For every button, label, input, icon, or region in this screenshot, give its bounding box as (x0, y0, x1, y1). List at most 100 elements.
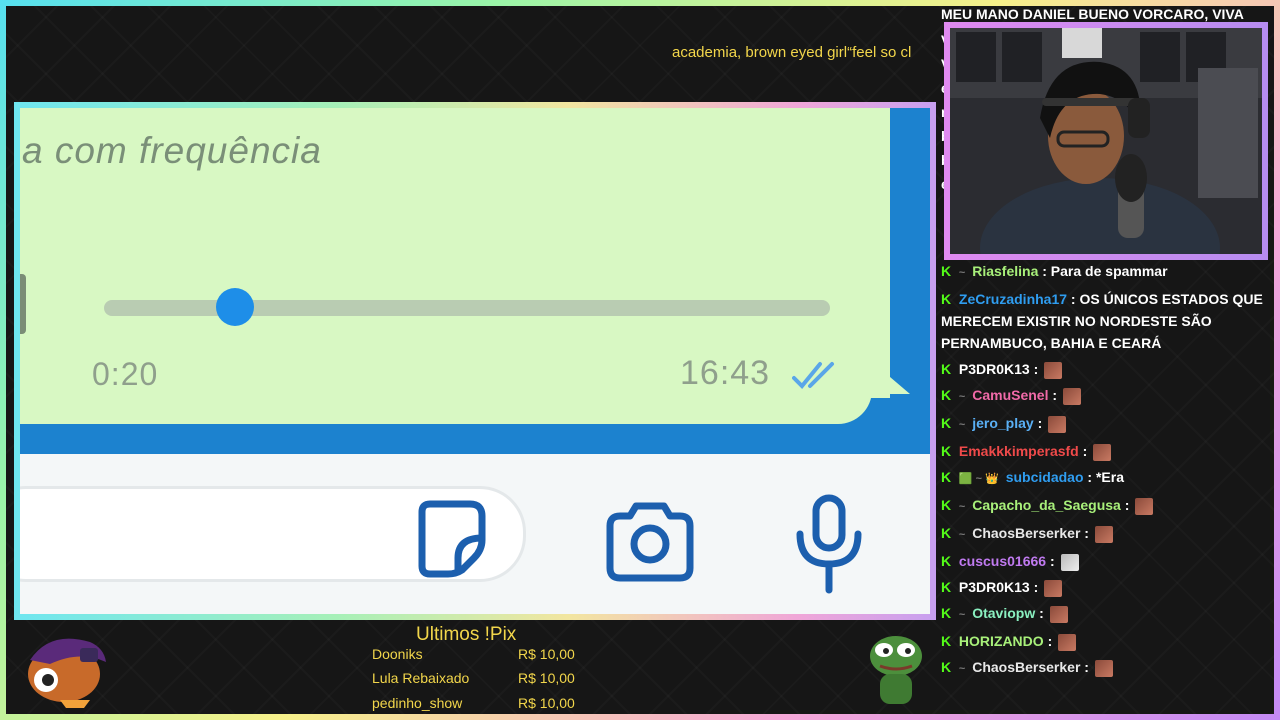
audio-message-bubble: a com frequência 0:20 16:43 (20, 108, 872, 424)
kick-icon: K (941, 553, 952, 569)
pepe-emote-icon (1044, 361, 1063, 379)
chat-message: K ~ ChaosBerserker : (941, 654, 1271, 682)
chat-message: K P3DR0K13 : (941, 356, 1271, 382)
audio-elapsed-time: 0:20 (92, 356, 159, 392)
chat-username[interactable]: P3DR0K13 (959, 361, 1030, 377)
user-badge: ~ (958, 501, 966, 513)
pepe-emote-icon (1093, 443, 1112, 461)
kick-icon: K (941, 443, 952, 459)
chat-message: K ~ ChaosBerserker : (941, 520, 1271, 548)
kick-icon: K (941, 525, 952, 541)
chat-message: K ~ Riasfelina : Para de spammar (941, 258, 1271, 286)
chat-text: : (1033, 361, 1039, 377)
chat-message: K Emakkkimperasfd : (941, 438, 1271, 464)
chat-username[interactable]: jero_play (972, 415, 1033, 431)
chat-username[interactable]: Emakkkimperasfd (959, 443, 1079, 459)
message-timestamp: 16:43 (680, 354, 771, 392)
user-badge: ~ (958, 391, 966, 403)
message-input-bar (20, 454, 930, 614)
chat-username[interactable]: Riasfelina (972, 263, 1038, 279)
audio-progress-track[interactable] (104, 300, 830, 316)
chat-text: : (1037, 415, 1043, 431)
pepe-emote-icon (1048, 415, 1067, 433)
chat-username[interactable]: ChaosBerserker (972, 525, 1080, 541)
chat-text: : (1049, 553, 1055, 569)
chat-username[interactable]: HORIZANDO (959, 633, 1044, 649)
chat-text: : (1084, 659, 1089, 675)
kick-icon: K (941, 579, 952, 595)
chat-message: K ~ Otaviopw : (941, 600, 1271, 628)
user-badge: ~ (958, 267, 966, 279)
chat-message: K ~ Capacho_da_Saegusa : (941, 492, 1271, 520)
kick-icon: K (941, 633, 952, 649)
play-button-edge[interactable] (20, 274, 26, 334)
chat-text: : *Era (1087, 469, 1124, 485)
webcam-feed (950, 28, 1262, 254)
kick-icon: K (941, 659, 952, 675)
kick-icon: K (941, 291, 952, 307)
chat-text: : (1033, 579, 1039, 595)
message-text: a com frequência (22, 130, 322, 171)
kick-icon: K (941, 605, 952, 621)
pix-donor: Lula Rebaixado (372, 670, 470, 686)
user-badge: 🟩 ~ 👑 (958, 473, 999, 485)
pix-title: Ultimos !Pix (416, 624, 517, 645)
chat-text: : Para de spammar (1042, 263, 1168, 279)
chat-message: K ~ CamuSenel : (941, 382, 1271, 410)
mascot-character-icon (28, 638, 106, 708)
audio-progress-thumb[interactable] (215, 288, 254, 326)
dog-emote-icon (1060, 553, 1079, 571)
camera-icon[interactable] (602, 502, 698, 582)
pix-amount: R$ 10,00 (518, 670, 575, 686)
chat-text: : (1052, 387, 1058, 403)
chat-message: K ~ jero_play : (941, 410, 1271, 438)
user-badge: ~ (958, 663, 966, 675)
user-badge: ~ (958, 419, 966, 431)
double-check-icon (792, 362, 834, 389)
pix-amount: R$ 10,00 (518, 695, 575, 711)
kick-icon: K (941, 387, 952, 403)
chat-text: : (1124, 497, 1130, 513)
kick-icon: K (941, 415, 952, 431)
now-playing-ticker: academia, brown eyed girl“feel so cl (672, 44, 928, 64)
chat-message: K cuscus01666 : (941, 548, 1271, 574)
video-panel: a com frequência 0:20 16:43 (20, 108, 930, 614)
chat-username[interactable]: ChaosBerserker (972, 659, 1080, 675)
streamer-image (950, 28, 1262, 254)
chat-username[interactable]: Capacho_da_Saegusa (972, 497, 1121, 513)
pix-donor: pedinho_show (372, 695, 463, 711)
sticker-icon[interactable] (412, 498, 492, 578)
chat-text: : (1047, 633, 1053, 649)
chat-username[interactable]: P3DR0K13 (959, 579, 1030, 595)
chat-message: K ZeCruzadinha17 : OS ÚNICOS ESTADOS QUE… (941, 286, 1271, 356)
pepe-emote-icon (1049, 605, 1068, 623)
chat-username[interactable]: ZeCruzadinha17 (959, 291, 1067, 307)
bubble-tail (856, 348, 910, 394)
chat-text: : (1039, 605, 1044, 621)
chat-username[interactable]: CamuSenel (972, 387, 1048, 403)
pepe-emote-icon (1094, 525, 1113, 543)
chat-text: : (1084, 525, 1089, 541)
kick-icon: K (941, 497, 952, 513)
pepe-emote-icon (1062, 387, 1081, 405)
user-badge: ~ (958, 609, 966, 621)
chat-message: K P3DR0K13 : (941, 574, 1271, 600)
user-badge: ~ (958, 529, 966, 541)
chat-message: K HORIZANDO : (941, 628, 1271, 654)
kick-icon: K (941, 469, 952, 485)
pepe-emote-icon (1094, 659, 1113, 677)
chat-message: K 🟩 ~ 👑 subcidadao : *Era (941, 464, 1271, 492)
live-chat: K ~ Riasfelina : Para de spammar K ZeCru… (941, 258, 1271, 682)
microphone-icon[interactable] (794, 494, 864, 594)
pepe-frog-icon (870, 636, 922, 704)
chat-text: : (1082, 443, 1088, 459)
chat-username[interactable]: Otaviopw (972, 605, 1035, 621)
chat-previous-message: MEU MANO DANIEL BUENO VORCARO, VIVA (941, 6, 1244, 22)
pix-donor: Dooniks (372, 646, 423, 662)
chat-username[interactable]: subcidadao (1006, 469, 1084, 485)
pix-amount: R$ 10,00 (518, 646, 575, 662)
pepe-emote-icon (1135, 497, 1154, 515)
kick-icon: K (941, 263, 952, 279)
ticker-text: academia, brown eyed girl“feel so cl (672, 44, 912, 61)
chat-username[interactable]: cuscus01666 (959, 553, 1046, 569)
